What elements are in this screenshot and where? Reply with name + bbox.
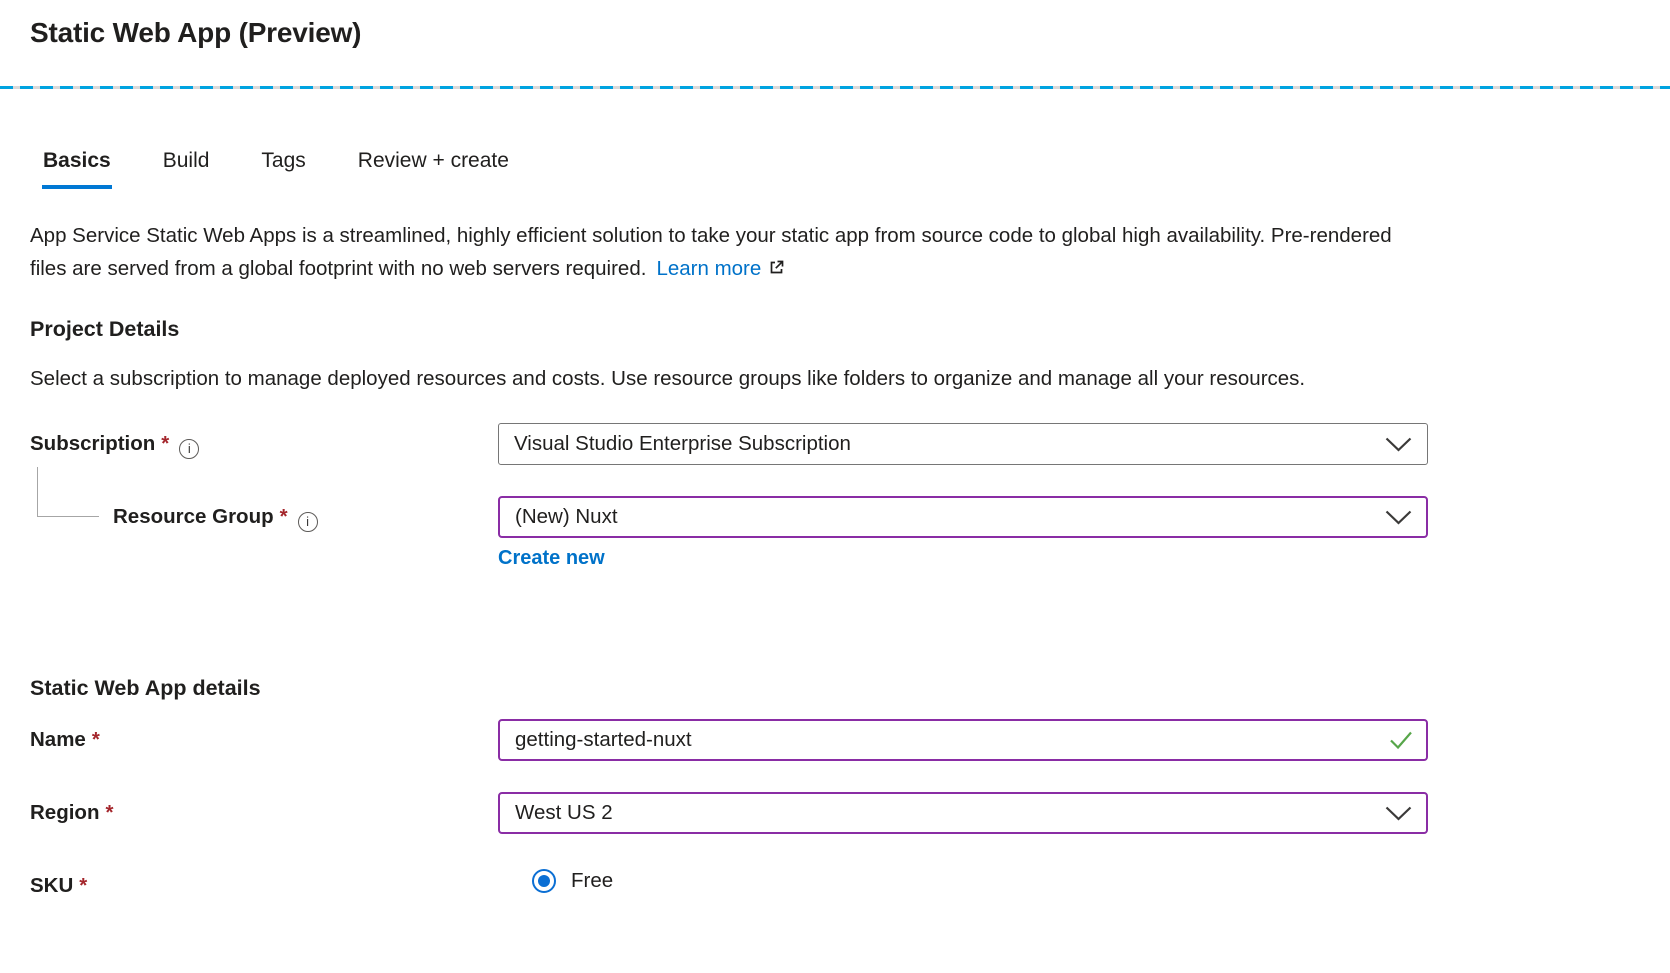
- tab-tags[interactable]: Tags: [260, 147, 306, 189]
- name-control: [498, 719, 1428, 761]
- learn-more-link[interactable]: Learn more: [656, 257, 786, 280]
- info-icon[interactable]: i: [298, 512, 318, 532]
- region-label: Region *: [30, 792, 498, 825]
- create-new-link[interactable]: Create new: [498, 547, 605, 570]
- subscription-value: Visual Studio Enterprise Subscription: [514, 432, 851, 456]
- page-header: Static Web App (Preview): [0, 0, 1670, 50]
- project-details-heading: Project Details: [30, 317, 1640, 342]
- intro-paragraph: App Service Static Web Apps is a streaml…: [30, 219, 1430, 287]
- name-label: Name *: [30, 719, 498, 752]
- subscription-control: Visual Studio Enterprise Subscription: [498, 423, 1428, 465]
- external-link-icon: [767, 254, 786, 287]
- app-details-form: Name * Region * West US 2 SKU * Free: [30, 719, 1640, 898]
- sku-options: Free: [498, 865, 1428, 893]
- resource-group-select[interactable]: (New) Nuxt: [498, 496, 1428, 538]
- resource-group-control: (New) Nuxt Create new: [498, 496, 1428, 570]
- learn-more-label: Learn more: [656, 257, 761, 280]
- subscription-select[interactable]: Visual Studio Enterprise Subscription: [498, 423, 1428, 465]
- name-input[interactable]: [498, 719, 1428, 761]
- resource-group-row: Resource Group * i (New) Nuxt Create new: [30, 496, 1640, 570]
- subscription-label: Subscription * i: [30, 423, 498, 459]
- required-asterisk: *: [105, 801, 113, 824]
- project-details-form: Subscription * i Visual Studio Enterprise …: [30, 423, 1640, 570]
- subscription-label-text: Subscription: [30, 432, 155, 455]
- subscription-resource-group-connector: [37, 467, 99, 517]
- page-title: Static Web App (Preview): [30, 16, 1640, 50]
- name-label-text: Name: [30, 728, 86, 751]
- resource-group-label: Resource Group * i: [30, 496, 498, 532]
- sku-option-label: Free: [571, 869, 613, 893]
- required-asterisk: *: [280, 505, 288, 528]
- region-value: West US 2: [515, 801, 613, 825]
- required-asterisk: *: [92, 728, 100, 751]
- required-asterisk: *: [161, 432, 169, 455]
- project-details-description: Select a subscription to manage deployed…: [30, 362, 1430, 395]
- name-row: Name *: [30, 719, 1640, 761]
- tab-review-create[interactable]: Review + create: [357, 147, 510, 189]
- region-control: West US 2: [498, 792, 1428, 834]
- sku-label-text: SKU: [30, 874, 73, 897]
- tab-build[interactable]: Build: [162, 147, 211, 189]
- sku-label: SKU *: [30, 865, 498, 898]
- dashed-divider: [0, 86, 1670, 89]
- resource-group-label-text: Resource Group: [113, 505, 274, 528]
- sku-radio-free[interactable]: Free: [532, 869, 613, 893]
- required-asterisk: *: [79, 874, 87, 897]
- region-label-text: Region: [30, 801, 99, 824]
- region-select[interactable]: West US 2: [498, 792, 1428, 834]
- region-row: Region * West US 2: [30, 792, 1640, 834]
- radio-selected-icon: [532, 869, 556, 893]
- subscription-row: Subscription * i Visual Studio Enterprise …: [30, 423, 1640, 465]
- tab-basics[interactable]: Basics: [42, 147, 112, 189]
- info-icon[interactable]: i: [179, 439, 199, 459]
- tab-bar: Basics Build Tags Review + create: [30, 147, 1640, 189]
- sku-row: SKU * Free: [30, 865, 1640, 898]
- resource-group-value: (New) Nuxt: [515, 505, 618, 529]
- static-web-app-details-heading: Static Web App details: [30, 676, 1640, 701]
